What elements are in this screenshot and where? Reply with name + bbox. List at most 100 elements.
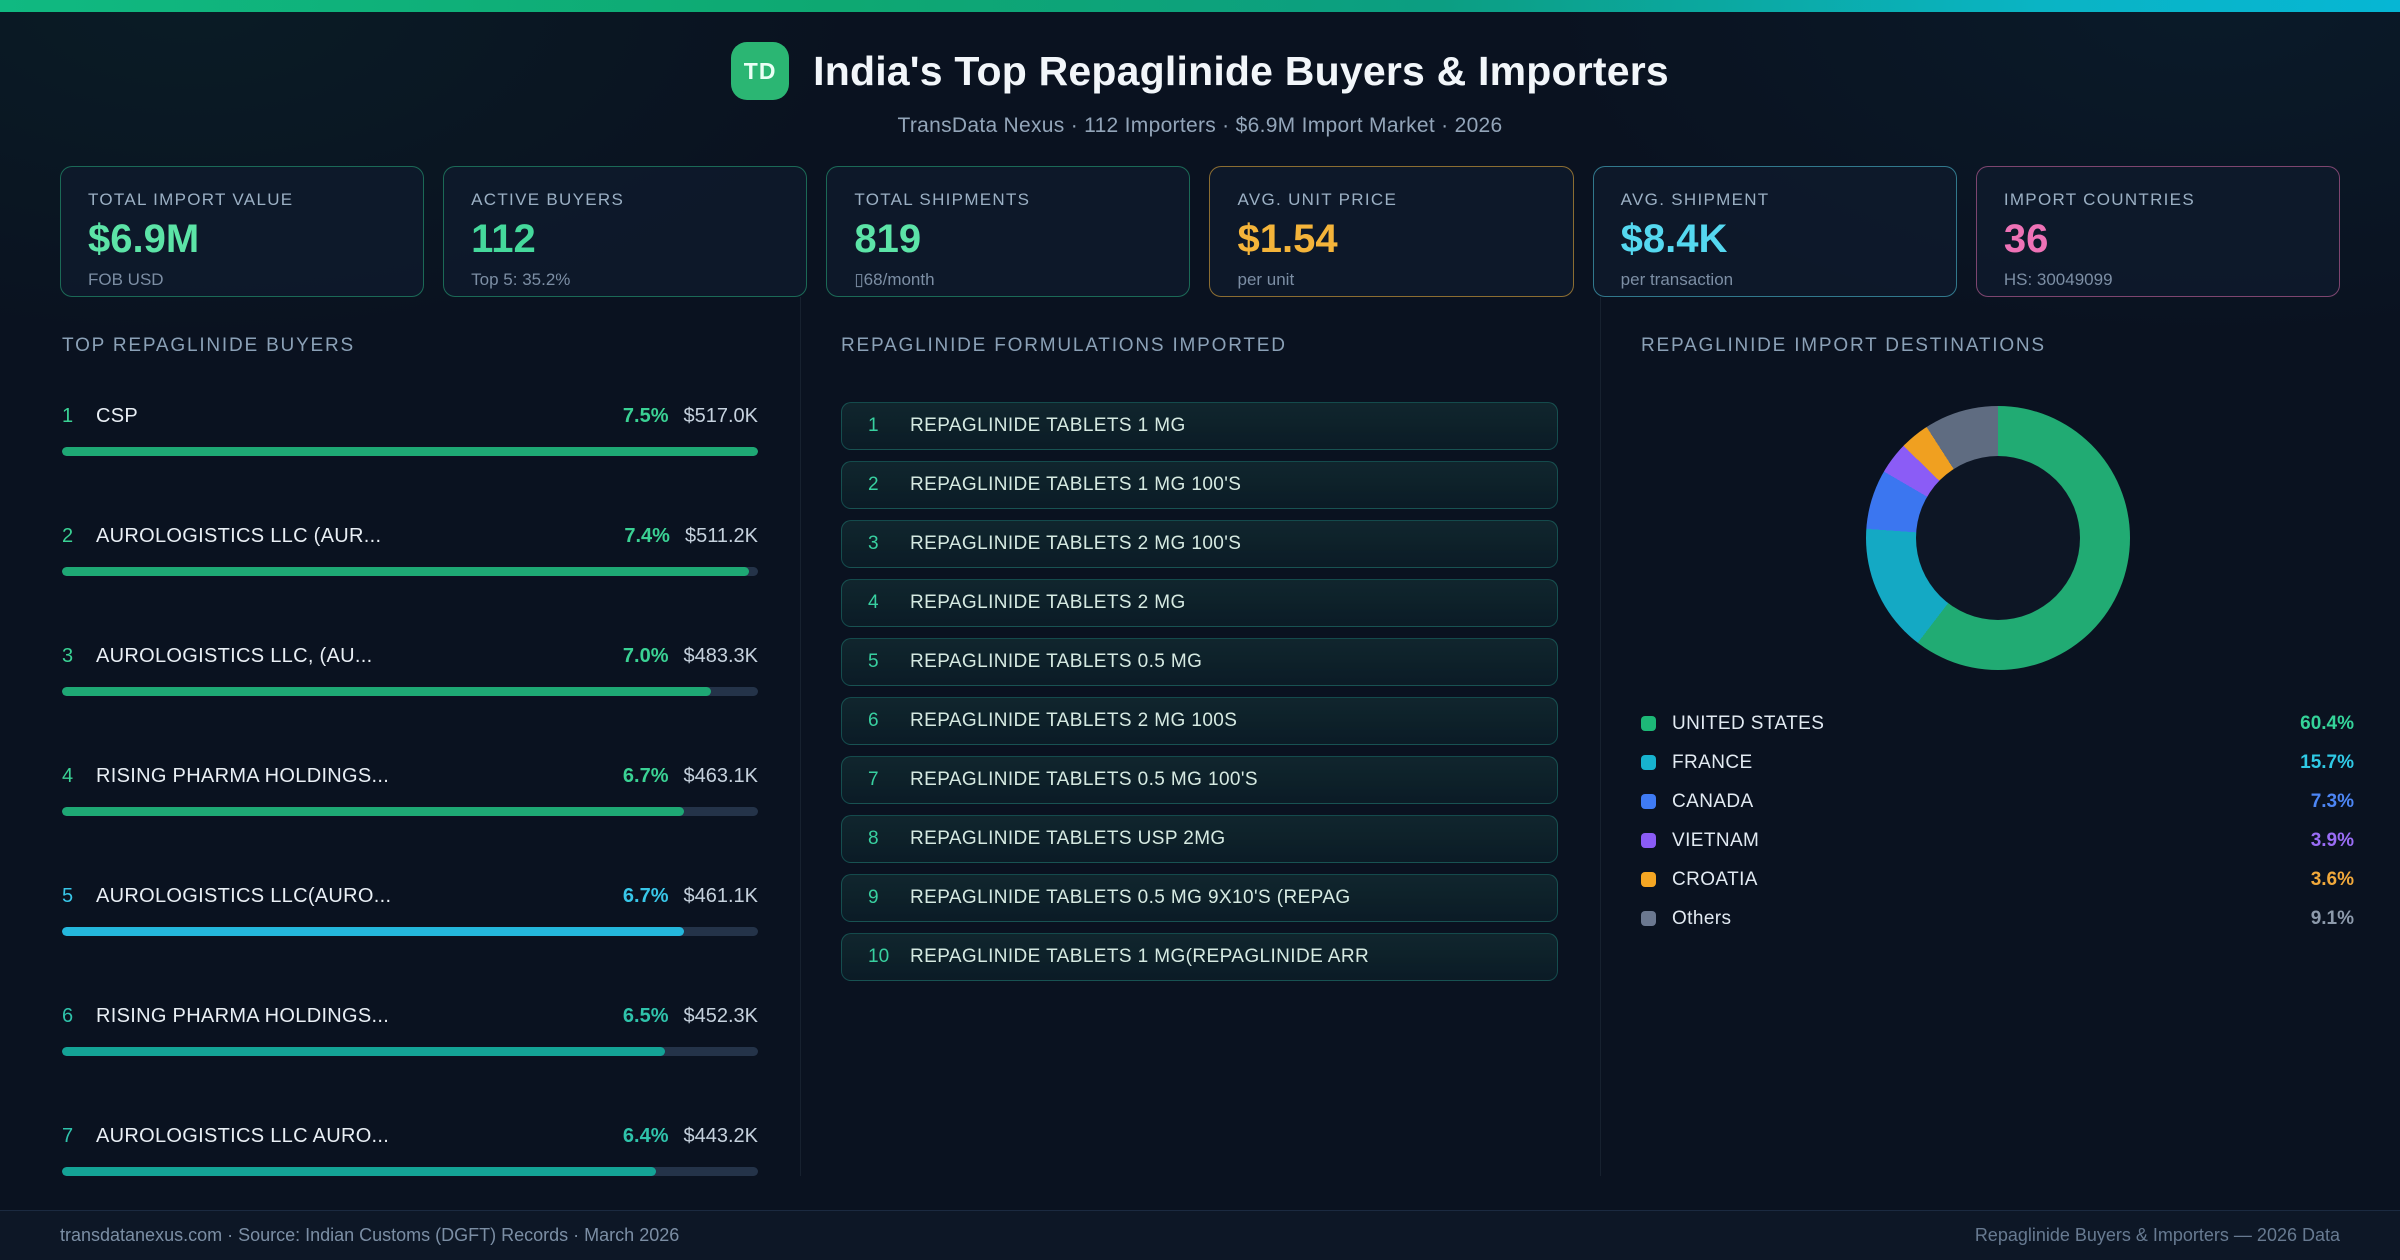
dashboard-root: TD India's Top Repaglinide Buyers & Impo…: [0, 0, 2400, 1260]
formulation-rank: 10: [868, 946, 890, 967]
buyer-progress-track: [62, 1167, 758, 1176]
buyer-line: 7 AUROLOGISTICS LLC AURO... 6.4% $443.2K: [62, 1125, 758, 1148]
buyer-line: 2 AUROLOGISTICS LLC (AUR... 7.4% $511.2K: [62, 525, 758, 548]
legend-country: UNITED STATES: [1672, 712, 1825, 734]
buyer-name: CSP: [96, 405, 139, 427]
buyer-row: 5 AUROLOGISTICS LLC(AURO... 6.7% $461.1K: [62, 885, 758, 936]
stat-sub: Top 5: 35.2%: [471, 270, 571, 289]
stat-value: $8.4K: [1620, 217, 1728, 261]
stat-label: TOTAL SHIPMENTS: [854, 190, 1031, 209]
legend-swatch: [1641, 872, 1656, 887]
buyer-progress-track: [62, 447, 758, 456]
buyer-row: 2 AUROLOGISTICS LLC (AUR... 7.4% $511.2K: [62, 525, 758, 576]
buyer-name: AUROLOGISTICS LLC, (AU...: [96, 645, 373, 667]
buyer-progress-fill: [62, 1167, 656, 1176]
formulation-item: 4 REPAGLINIDE TABLETS 2 MG: [841, 579, 1558, 627]
legend-row: VIETNAM 3.9%: [1641, 821, 2354, 860]
buyer-progress-fill: [62, 567, 749, 576]
stat-value: 36: [2003, 217, 2049, 261]
buyer-share-pct: 6.7%: [622, 885, 669, 907]
stat-sub: per unit: [1237, 270, 1295, 289]
buyer-rank: 6: [62, 1005, 74, 1027]
formulation-rank: 1: [868, 415, 879, 436]
formulation-label: REPAGLINIDE TABLETS 0.5 MG 100'S: [910, 769, 1258, 790]
buyer-rank: 7: [62, 1125, 74, 1147]
formulation-item: 10 REPAGLINIDE TABLETS 1 MG(REPAGLINIDE A…: [841, 933, 1558, 981]
buyer-share-pct: 7.5%: [622, 405, 669, 427]
stat-label: IMPORT COUNTRIES: [2003, 190, 2195, 209]
buyer-row: 1 CSP 7.5% $517.0K: [62, 405, 758, 456]
formulation-label: REPAGLINIDE TABLETS 2 MG 100'S: [910, 533, 1242, 554]
formulation-label: REPAGLINIDE TABLETS 1 MG: [910, 415, 1186, 436]
brand-logo: TD: [731, 42, 790, 100]
stat-card: TOTAL IMPORT VALUE $6.9M FOB USD: [60, 166, 425, 297]
stat-sub: HS: 30049099: [2003, 270, 2113, 289]
buyers-section-title: TOP REPAGLINIDE BUYERS: [62, 335, 356, 356]
buyer-line: 6 RISING PHARMA HOLDINGS... 6.5% $452.3K: [62, 1005, 758, 1028]
stat-card: ACTIVE BUYERS 112 Top 5: 35.2%: [443, 166, 808, 297]
donut-wrap: [1641, 406, 2354, 670]
header: TD India's Top Repaglinide Buyers & Impo…: [0, 12, 2400, 138]
formulation-rank: 3: [868, 533, 879, 554]
page-subtitle: TransData Nexus · 112 Importers · $6.9M …: [897, 114, 1503, 137]
legend-country: CANADA: [1672, 790, 1754, 812]
formulation-rank: 8: [868, 828, 879, 849]
formulations-list: 1 REPAGLINIDE TABLETS 1 MG 2 REPAGLINIDE TA…: [841, 402, 1558, 981]
stat-label: TOTAL IMPORT VALUE: [88, 190, 294, 209]
buyer-share-pct: 6.4%: [622, 1125, 669, 1147]
legend-swatch: [1641, 911, 1656, 926]
legend-pct: 3.6%: [2310, 868, 2354, 890]
formulation-item: 8 REPAGLINIDE TABLETS USP 2MG: [841, 815, 1558, 863]
main-columns: TOP REPAGLINIDE BUYERS 1 CSP 7.5% $517.0K 2 A…: [0, 297, 2400, 1176]
stat-label: ACTIVE BUYERS: [471, 190, 625, 209]
stat-card: TOTAL SHIPMENTS 819 ▯68/month: [826, 166, 1191, 297]
legend-country: VIETNAM: [1672, 829, 1760, 851]
legend-swatch: [1641, 833, 1656, 848]
stat-sub: ▯68/month: [854, 270, 935, 289]
buyer-rank: 2: [62, 525, 74, 547]
formulation-label: REPAGLINIDE TABLETS USP 2MG: [910, 828, 1226, 849]
formulation-label: REPAGLINIDE TABLETS 0.5 MG 9X10'S (REPAG: [910, 887, 1351, 908]
buyer-value: $511.2K: [684, 525, 758, 547]
stat-sub: per transaction: [1620, 270, 1734, 289]
legend-pct: 3.9%: [2310, 829, 2354, 851]
buyer-rank: 5: [62, 885, 74, 907]
buyer-line: 1 CSP 7.5% $517.0K: [62, 405, 758, 428]
legend-row: UNITED STATES 60.4%: [1641, 704, 2354, 743]
formulation-rank: 5: [868, 651, 879, 672]
title-row: TD India's Top Repaglinide Buyers & Impo…: [0, 42, 2400, 100]
buyer-row: 7 AUROLOGISTICS LLC AURO... 6.4% $443.2K: [62, 1125, 758, 1176]
buyer-value: $517.0K: [683, 405, 758, 427]
stat-card: AVG. UNIT PRICE $1.54 per unit: [1209, 166, 1574, 297]
buyer-progress-track: [62, 567, 758, 576]
formulation-item: 7 REPAGLINIDE TABLETS 0.5 MG 100'S: [841, 756, 1558, 804]
buyer-row: 6 RISING PHARMA HOLDINGS... 6.5% $452.3K: [62, 1005, 758, 1056]
legend-pct: 7.3%: [2310, 790, 2354, 812]
formulation-label: REPAGLINIDE TABLETS 0.5 MG: [910, 651, 1203, 672]
legend-row: FRANCE 15.7%: [1641, 743, 2354, 782]
buyer-line: 4 RISING PHARMA HOLDINGS... 6.7% $463.1K: [62, 765, 758, 788]
buyer-progress-fill: [62, 447, 758, 456]
stats-row: TOTAL IMPORT VALUE $6.9M FOB USD ACTIVE BUY…: [60, 166, 2340, 297]
formulation-label: REPAGLINIDE TABLETS 2 MG 100S: [910, 710, 1238, 731]
destinations-panel: REPAGLINIDE IMPORT DESTINATIONS UNITED S…: [1600, 297, 2400, 1176]
buyer-share-pct: 7.4%: [624, 525, 670, 547]
page-title: India's Top Repaglinide Buyers & Importe…: [813, 47, 1669, 94]
buyer-value: $452.3K: [683, 1005, 758, 1027]
legend-country: CROATIA: [1672, 868, 1758, 890]
stat-value: 112: [471, 217, 536, 261]
donut-hole: [1915, 456, 2080, 620]
formulation-rank: 4: [868, 592, 879, 613]
buyer-progress-fill: [62, 807, 684, 816]
formulation-rank: 2: [868, 474, 879, 495]
legend-row: Others 9.1%: [1641, 899, 2354, 938]
buyer-row: 3 AUROLOGISTICS LLC, (AU... 7.0% $483.3K: [62, 645, 758, 696]
buyer-name: RISING PHARMA HOLDINGS...: [96, 765, 390, 787]
buyer-progress-track: [62, 687, 758, 696]
footer-note: Repaglinide Buyers & Importers — 2026 Da…: [1974, 1225, 2340, 1245]
buyer-progress-fill: [62, 687, 712, 696]
buyer-name: RISING PHARMA HOLDINGS...: [96, 1005, 390, 1027]
formulation-item: 1 REPAGLINIDE TABLETS 1 MG: [841, 402, 1558, 450]
stat-card: AVG. SHIPMENT $8.4K per transaction: [1592, 166, 1957, 297]
legend-country: FRANCE: [1672, 751, 1753, 773]
